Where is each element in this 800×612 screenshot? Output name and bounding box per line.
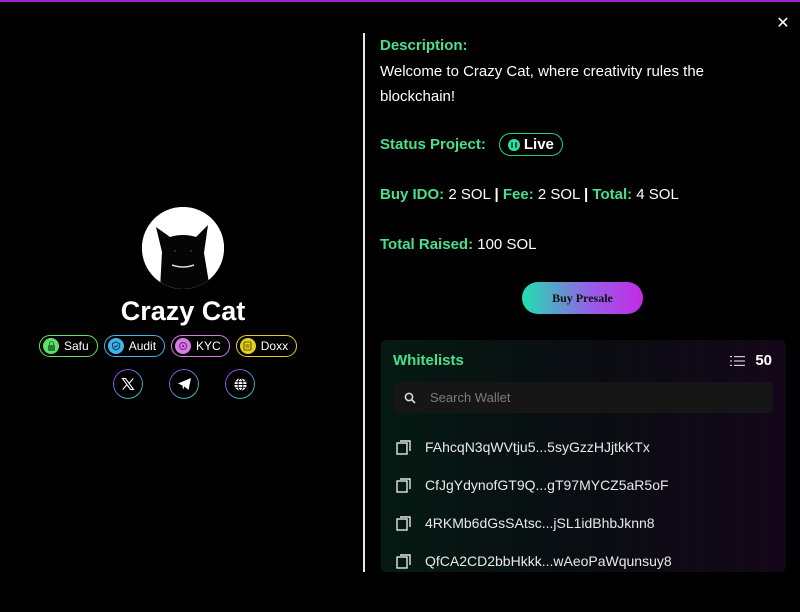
search-box xyxy=(393,382,773,413)
kyc-icon xyxy=(175,338,192,354)
whitelist-title: Whitelists xyxy=(393,352,464,369)
wallet-address: CfJgYdynofGT9Q...gT97MYCZ5aR5oF xyxy=(425,477,669,493)
list-item[interactable]: CfJgYdynofGT9Q...gT97MYCZ5aR5oF xyxy=(396,466,672,504)
column-divider xyxy=(363,33,365,572)
cat-avatar-image xyxy=(142,207,224,289)
copy-icon[interactable] xyxy=(396,439,411,455)
badge-label: Audit xyxy=(128,339,157,353)
list-item[interactable]: QfCA2CD2bbHkkk...wAeoPaWqunsuy8 xyxy=(396,542,672,580)
close-button[interactable]: ✕ xyxy=(774,14,792,32)
wallet-address: QfCA2CD2bbHkkk...wAeoPaWqunsuy8 xyxy=(425,553,672,569)
separator: | xyxy=(584,186,589,203)
buy-presale-button[interactable]: Buy Presale xyxy=(522,282,643,314)
x-link[interactable] xyxy=(113,369,143,399)
globe-icon xyxy=(233,377,247,391)
description-text: Welcome to Crazy Cat, where creativity r… xyxy=(380,63,705,105)
copy-icon[interactable] xyxy=(396,515,411,531)
telegram-link[interactable] xyxy=(169,369,199,399)
total-label: Total: xyxy=(592,186,633,203)
description-label: Description: xyxy=(380,37,468,54)
audit-icon xyxy=(107,338,124,354)
fee-value: 2 SOL xyxy=(533,186,585,203)
search-wallet-input[interactable] xyxy=(430,390,750,405)
project-name: Crazy Cat xyxy=(120,296,246,326)
doxx-icon xyxy=(239,338,256,354)
total-raised-value: 100 SOL xyxy=(473,236,537,253)
status-value: Live xyxy=(523,136,554,153)
status-label: Status Project: xyxy=(380,136,486,153)
wallet-address: 4RKMb6dGsSAtsc...jSL1idBhbJknn8 xyxy=(425,515,655,531)
list-item[interactable]: FAhcqN3qWVtju5...5syGzzHJjtkKTx xyxy=(396,428,672,466)
badge-kyc[interactable]: KYC xyxy=(171,335,230,357)
live-icon xyxy=(507,138,520,151)
list-item[interactable]: 4RKMb6dGsSAtsc...jSL1idBhbJknn8 xyxy=(396,504,672,542)
whitelist-panel: Whitelists 50 FAhcqN3qWVtju5...5syGzzHJj… xyxy=(381,340,786,572)
avatar xyxy=(142,207,224,289)
separator: | xyxy=(494,186,499,203)
total-value: 4 SOL xyxy=(632,186,679,203)
badge-doxx[interactable]: Doxx xyxy=(235,335,298,357)
copy-icon[interactable] xyxy=(396,553,411,569)
project-profile: Crazy Cat Safu Audit KYC Doxx xyxy=(0,0,364,612)
total-raised-label: Total Raised: xyxy=(380,236,474,253)
badge-list: Safu Audit KYC Doxx xyxy=(39,335,298,357)
telegram-icon xyxy=(177,378,191,390)
wallet-address: FAhcqN3qWVtju5...5syGzzHJjtkKTx xyxy=(425,439,650,455)
whitelist-list: FAhcqN3qWVtju5...5syGzzHJjtkKTx CfJgYdyn… xyxy=(396,428,672,580)
total-raised-row: Total Raised: 100 SOL xyxy=(380,236,536,253)
badge-safu[interactable]: Safu xyxy=(39,335,98,357)
buy-ido-label: Buy IDO: xyxy=(380,186,445,203)
whitelist-count-value: 50 xyxy=(755,352,772,369)
whitelist-count: 50 xyxy=(730,352,772,369)
close-icon: ✕ xyxy=(776,13,790,32)
copy-icon[interactable] xyxy=(396,477,411,493)
badge-audit[interactable]: Audit xyxy=(103,335,166,357)
status-row: Status Project: Live xyxy=(380,133,563,156)
buy-ido-value: 2 SOL xyxy=(444,186,495,203)
social-links xyxy=(113,369,255,399)
badge-label: Doxx xyxy=(260,339,289,353)
status-badge: Live xyxy=(498,133,563,156)
badge-label: Safu xyxy=(64,339,89,353)
fee-label: Fee: xyxy=(502,186,534,203)
search-icon xyxy=(404,392,416,404)
badge-label: KYC xyxy=(196,339,221,353)
website-link[interactable] xyxy=(225,369,255,399)
x-icon xyxy=(121,377,135,391)
list-icon xyxy=(730,355,746,366)
safu-icon xyxy=(43,338,59,354)
price-row: Buy IDO: 2 SOL | Fee: 2 SOL | Total: 4 S… xyxy=(380,186,679,203)
